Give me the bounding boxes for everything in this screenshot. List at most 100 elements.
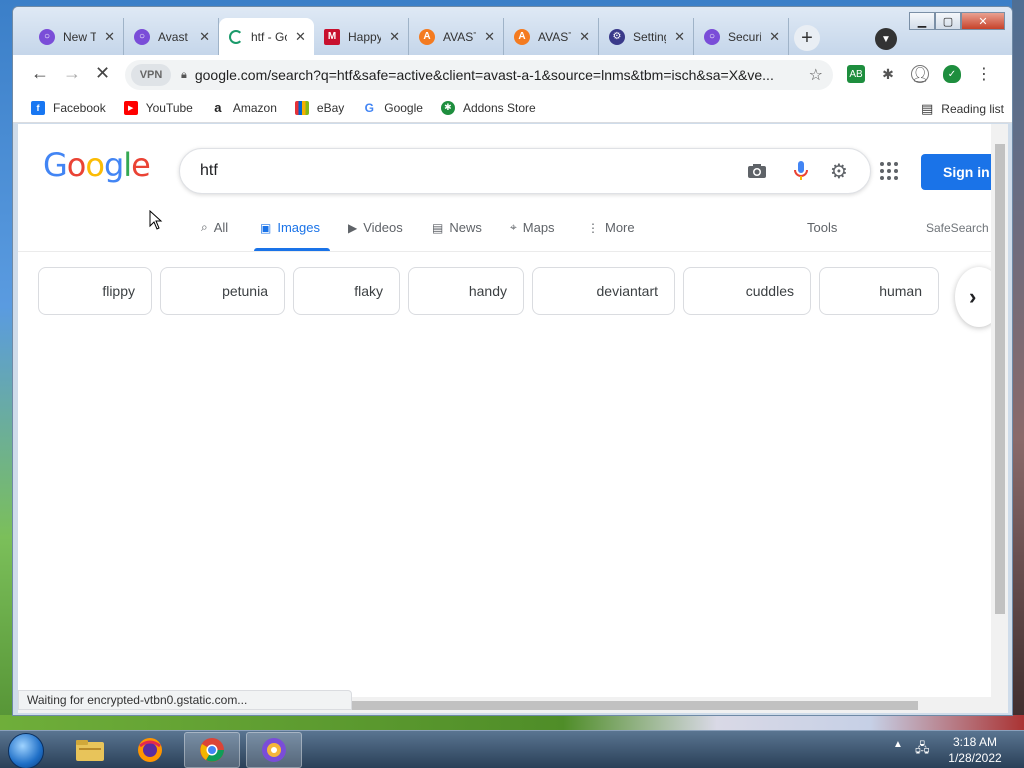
chip-handy[interactable]: handy [408,267,524,315]
bookmark-youtube[interactable]: ▶ YouTube [123,100,193,115]
stop-loading-button[interactable]: ✕ [95,63,110,84]
system-clock[interactable]: 3:18 AM 1/28/2022 [944,734,1006,766]
network-icon[interactable]: 🖧︎ [915,739,930,761]
scrollbar-thumb[interactable] [348,701,918,710]
search-query-text[interactable]: htf [200,162,218,180]
bookmark-google[interactable]: G Google [362,100,423,115]
close-icon[interactable]: ✕ [389,29,400,45]
chip-petunia[interactable]: petunia [160,267,285,315]
close-icon[interactable]: ✕ [295,29,306,45]
tab-htf-google-search[interactable]: htf - Google Search ✕ [219,18,314,55]
tab-new-tab[interactable]: ○ New Tab ✕ [29,18,124,55]
browser-menu-icon[interactable]: ⋮ [975,65,993,83]
tab-label: AVAST [538,29,571,44]
browser-toolbar: ← → ✕ VPN 🔒︎ google.com/search?q=htf&saf… [13,55,1012,93]
tab-security[interactable]: ○ Security ✕ [694,18,789,55]
bookmark-label: Addons Store [462,100,536,115]
tab-more[interactable]: ⋮ More [587,220,635,235]
avast-browser-icon: ○ [39,28,55,45]
shield-extension-icon[interactable]: ✓ [943,65,961,83]
bookmark-facebook[interactable]: f Facebook [31,100,106,115]
bookmark-label: Google [384,100,423,115]
bookmark-label: eBay [316,100,345,115]
camera-icon[interactable] [746,160,768,182]
sign-in-button[interactable]: Sign in [921,154,991,190]
close-icon[interactable]: ✕ [674,29,685,45]
avast-icon: A [514,28,530,45]
lock-icon[interactable]: 🔒︎ [181,69,187,82]
tab-avast-2[interactable]: A AVAST ✕ [409,18,504,55]
vertical-scrollbar[interactable] [991,124,1008,697]
gear-icon: ⚙ [609,28,625,45]
bookmark-addons-store[interactable]: ✱ Addons Store [440,100,536,115]
tab-label: Avast [158,29,188,44]
bookmark-amazon[interactable]: a Amazon [210,100,277,115]
back-button[interactable]: ← [31,63,49,84]
nav-label: Maps [522,220,555,235]
search-nav-tabs: ⌕ All ▣ Images ▶ Videos ▤ News ⌖ Maps ⋮ More [18,214,991,252]
google-apps-icon[interactable] [880,162,898,180]
chip-human[interactable]: human [819,267,939,315]
tab-settings[interactable]: ⚙ Settings ✕ [599,18,694,55]
chrome-icon[interactable] [184,732,240,768]
avast-icon: A [419,28,435,45]
bookmark-ebay[interactable]: eBay [294,100,345,115]
bookmarks-bar: f Facebook ▶ YouTube a Amazon eBay G Goo… [13,93,1012,123]
chevron-right-icon[interactable]: › [955,267,991,327]
safesearch-button[interactable]: SafeSearch [926,221,989,235]
address-bar[interactable]: VPN 🔒︎ google.com/search?q=htf&safe=acti… [125,60,833,90]
close-icon[interactable]: ✕ [579,29,590,45]
logo-letter: g [103,146,124,184]
tab-all[interactable]: ⌕ All [201,220,228,235]
forward-button[interactable]: → [63,63,81,84]
close-icon[interactable]: ✕ [199,29,210,45]
tray-expand-icon[interactable]: ▲ [893,739,903,750]
minimize-button[interactable]: ▁ [909,12,935,30]
tab-maps[interactable]: ⌖ Maps [510,220,555,235]
tab-happy[interactable]: M Happy ✕ [314,18,409,55]
tab-avast-3[interactable]: A AVAST ✕ [504,18,599,55]
tab-images[interactable]: ▣ Images [254,220,330,251]
chip-deviantart[interactable]: deviantart [532,267,675,315]
google-logo[interactable]: Google [43,146,151,184]
scrollbar-thumb[interactable] [995,144,1005,614]
avast-secure-browser-icon[interactable] [246,732,302,768]
reading-list-button[interactable]: ▤ Reading list [921,101,1004,117]
tab-news[interactable]: ▤ News [432,220,482,235]
chip-flaky[interactable]: flaky [293,267,400,315]
firefox-icon[interactable] [122,732,178,768]
tab-label: New Tab [63,29,97,44]
vpn-button[interactable]: VPN [131,64,171,86]
close-window-button[interactable]: ✕ [961,12,1005,30]
adblock-extension-icon[interactable]: AB [847,65,865,83]
logo-letter: o [85,146,105,184]
chip-cuddles[interactable]: cuddles [683,267,811,315]
tab-videos[interactable]: ▶ Videos [348,220,403,235]
microphone-icon[interactable] [790,160,812,182]
close-icon[interactable]: ✕ [104,29,115,45]
start-button[interactable] [8,733,44,768]
search-icon: ⌕ [201,220,208,234]
tab-search-icon[interactable]: ▼ [875,28,897,50]
tools-button[interactable]: Tools [807,220,837,235]
search-settings-gear-icon[interactable]: ⚙ [828,160,850,183]
extensions-puzzle-icon[interactable]: ✱ [879,65,897,83]
chip-flippy[interactable]: flippy [38,267,152,315]
tab-avast[interactable]: ○ Avast ✕ [124,18,219,55]
bookmark-label: Facebook [53,100,106,115]
close-icon[interactable]: ✕ [769,29,780,45]
maximize-button[interactable]: ▢ [935,12,961,30]
bookmark-label: Amazon [232,100,277,115]
new-tab-button[interactable]: + [794,25,820,51]
logo-letter: e [131,146,151,184]
url-text[interactable]: google.com/search?q=htf&safe=active&clie… [195,67,795,83]
window-controls: ▁ ▢ ✕ [909,12,1005,32]
close-icon[interactable]: ✕ [484,29,495,45]
news-icon: ▤ [432,220,444,235]
file-explorer-icon[interactable] [62,732,118,768]
bookmark-star-icon[interactable]: ☆ [809,65,823,85]
search-input[interactable]: htf ⚙ [179,148,871,194]
profile-icon[interactable]: 👤︎ [911,65,929,83]
tab-label: Happy [348,29,382,44]
more-vert-icon: ⋮ [587,220,599,235]
